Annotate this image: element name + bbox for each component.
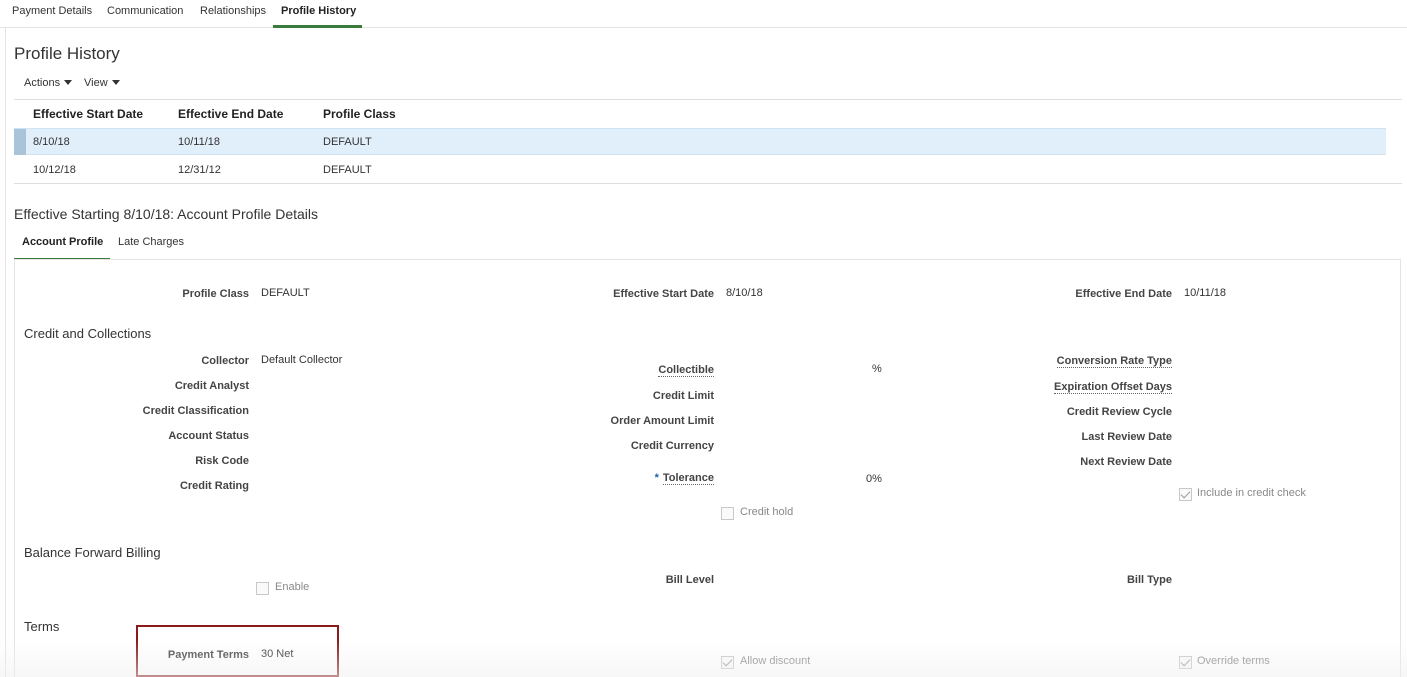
account-status-label: Account Status	[168, 430, 249, 442]
caret-down-icon	[64, 80, 73, 85]
allow-discount-label: Allow discount	[740, 655, 811, 667]
payment-terms-highlight-box	[136, 625, 339, 677]
profile-class-label: Profile Class	[182, 288, 249, 300]
section-credit-collections: Credit and Collections	[24, 326, 152, 341]
tolerance-field-label: * Tolerance	[654, 472, 714, 485]
tolerance-label[interactable]: Tolerance	[662, 472, 714, 485]
cell-end-date: 10/11/18	[178, 136, 221, 148]
account-profile-box	[14, 259, 1401, 677]
section-balance-forward-billing: Balance Forward Billing	[24, 545, 161, 560]
column-header-end-date[interactable]: Effective End Date	[178, 107, 283, 121]
selected-row-marker	[14, 129, 26, 155]
column-header-profile-class[interactable]: Profile Class	[323, 107, 396, 121]
tab-relationships[interactable]: Relationships	[200, 5, 266, 17]
cell-start-date: 8/10/18	[33, 136, 70, 148]
order-amount-limit-label: Order Amount Limit	[610, 415, 714, 427]
subtab-late-charges[interactable]: Late Charges	[118, 236, 184, 248]
profile-class-value: DEFAULT	[261, 287, 310, 299]
table-divider-bottom	[14, 183, 1402, 184]
collector-value: Default Collector	[261, 354, 343, 366]
section-terms: Terms	[24, 619, 60, 634]
collectible-unit: %	[872, 363, 882, 375]
include-credit-check-checkbox[interactable]	[1179, 488, 1192, 501]
actions-menu[interactable]: Actions	[24, 77, 73, 89]
override-terms-label: Override terms	[1197, 655, 1270, 667]
details-title: Effective Starting 8/10/18: Account Prof…	[14, 206, 319, 222]
override-terms-checkbox[interactable]	[1179, 656, 1192, 669]
last-review-date-label: Last Review Date	[1081, 431, 1172, 443]
credit-review-cycle-label: Credit Review Cycle	[1066, 406, 1172, 418]
subtab-account-profile[interactable]: Account Profile	[22, 236, 103, 248]
include-credit-check-label: Include in credit check	[1197, 487, 1306, 499]
bill-type-label: Bill Type	[1126, 574, 1172, 586]
caret-down-icon	[111, 80, 120, 85]
view-menu[interactable]: View	[84, 77, 120, 89]
credit-hold-label: Credit hold	[740, 506, 794, 518]
tab-communication[interactable]: Communication	[107, 5, 183, 17]
page-title: Profile History	[14, 44, 120, 63]
conversion-rate-type-label[interactable]: Conversion Rate Type	[1056, 355, 1172, 368]
credit-limit-label: Credit Limit	[652, 390, 714, 402]
view-label: View	[84, 77, 108, 89]
effective-end-date-label: Effective End Date	[1075, 288, 1172, 300]
cell-start-date: 10/12/18	[33, 164, 76, 176]
required-indicator: *	[654, 472, 659, 484]
credit-currency-label: Credit Currency	[630, 440, 714, 452]
expiration-offset-days-label[interactable]: Expiration Offset Days	[1054, 381, 1172, 394]
bill-level-label: Bill Level	[665, 574, 714, 586]
cell-end-date: 12/31/12	[178, 164, 221, 176]
effective-start-date-label: Effective Start Date	[613, 288, 714, 300]
column-header-start-date[interactable]: Effective Start Date	[33, 107, 143, 121]
table-divider-top	[14, 99, 1402, 100]
credit-rating-label: Credit Rating	[179, 480, 249, 492]
risk-code-label: Risk Code	[195, 455, 249, 467]
cell-profile-class: DEFAULT	[323, 136, 372, 148]
effective-start-date-value: 8/10/18	[726, 287, 763, 299]
credit-hold-checkbox[interactable]	[721, 507, 734, 520]
credit-classification-label: Credit Classification	[142, 405, 249, 417]
effective-end-date-value: 10/11/18	[1184, 287, 1227, 299]
collector-label: Collector	[201, 355, 249, 367]
collectible-label[interactable]: Collectible	[658, 364, 714, 377]
tab-payment-details[interactable]: Payment Details	[12, 5, 92, 17]
credit-analyst-label: Credit Analyst	[174, 380, 249, 392]
tolerance-value: 0%	[866, 473, 882, 485]
cell-profile-class: DEFAULT	[323, 164, 372, 176]
actions-label: Actions	[24, 77, 61, 89]
top-tab-bar: Payment Details Communication Relationsh…	[0, 0, 1407, 28]
allow-discount-checkbox[interactable]	[721, 656, 734, 669]
next-review-date-label: Next Review Date	[1080, 456, 1172, 468]
enable-label: Enable	[275, 581, 310, 593]
tab-profile-history[interactable]: Profile History	[281, 5, 356, 17]
enable-checkbox[interactable]	[256, 582, 269, 595]
